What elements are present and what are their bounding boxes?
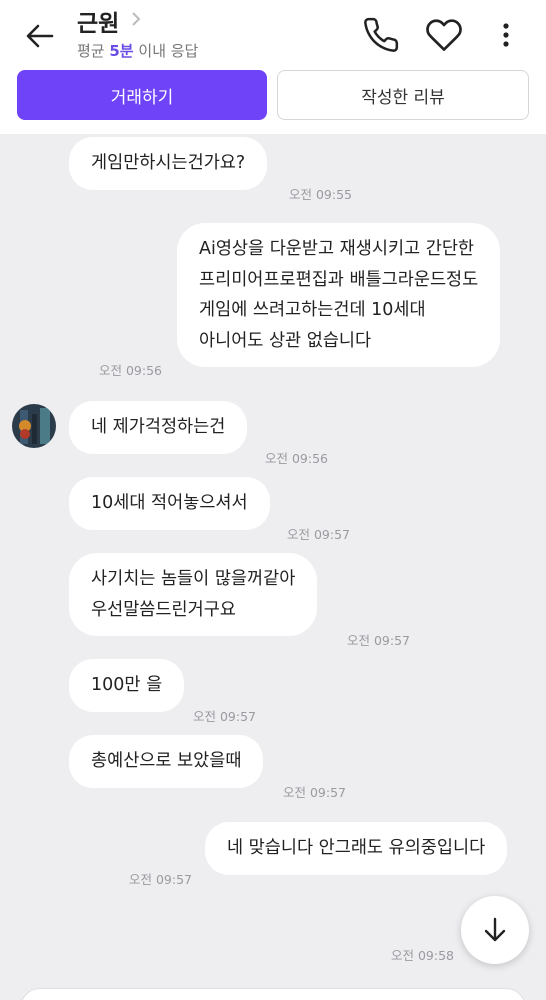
seller-profile-link[interactable]: 근원	[77, 4, 142, 38]
message-line: 총예산으로 보았을때	[91, 751, 242, 771]
call-button[interactable]	[362, 16, 400, 54]
message-line: 사기치는 놈들이 많을꺼같아	[91, 569, 296, 589]
trade-button[interactable]: 거래하기	[17, 70, 267, 120]
my-review-button[interactable]: 작성한 리뷰	[277, 70, 529, 120]
message-line: 게임만하시는건가요?	[91, 153, 246, 173]
chevron-right-icon	[130, 10, 142, 33]
scroll-to-bottom-button[interactable]	[461, 896, 529, 964]
response-suffix: 이내 응답	[133, 42, 199, 60]
message-line: Ai영상을 다운받고 재생시키고 간단한	[199, 239, 475, 259]
partner-avatar[interactable]	[12, 404, 56, 448]
message-line: 프리미어프로편집과 배틀그라운드정도	[199, 269, 479, 290]
chat-area[interactable]: 게임만하시는건가요? 오전 09:55 Ai영상을 다운받고 재생시키고 간단한…	[0, 134, 546, 1000]
message-line: 게임에 쓰려고하는건데 10세대	[199, 300, 426, 320]
received-message-bubble: 네 제가걱정하는건	[69, 401, 248, 454]
response-prefix: 평균	[77, 42, 110, 60]
received-message-bubble: 게임만하시는건가요?	[69, 137, 268, 190]
message-time: 오전 09:56	[99, 363, 162, 378]
back-button[interactable]	[22, 18, 58, 54]
message-line: 네 제가걱정하는건	[91, 417, 226, 437]
more-options-button[interactable]	[496, 16, 516, 54]
message-time: 오전 09:56	[265, 451, 328, 466]
message-time: 오전 09:58	[391, 948, 454, 963]
response-time-info: 평균 5분 이내 응답	[77, 40, 198, 61]
message-time: 오전 09:55	[289, 187, 352, 202]
back-arrow-icon	[26, 24, 54, 48]
message-input[interactable]	[20, 988, 526, 1000]
chat-header: 근원 평균 5분 이내 응답 거래하기 작성한 리뷰	[0, 0, 546, 134]
message-line: 100만 을	[91, 675, 163, 695]
message-line: 네 맞습니다 안그래도 유의중입니다	[227, 838, 486, 858]
message-time: 오전 09:57	[193, 709, 256, 724]
message-time: 오전 09:57	[287, 527, 350, 542]
favorite-button[interactable]	[425, 16, 463, 54]
message-line: 10세대 적어놓으셔서	[91, 493, 248, 513]
received-message-bubble: 사기치는 놈들이 많을꺼같아 우선말씀드린거구요	[69, 553, 318, 636]
sent-message-bubble: 네 맞습니다 안그래도 유의중입니다	[205, 822, 508, 875]
chat-partner-name: 근원	[77, 11, 120, 37]
received-message-bubble: 100만 을	[69, 659, 185, 712]
sent-message-bubble: Ai영상을 다운받고 재생시키고 간단한 프리미어프로편집과 배틀그라운드정도 …	[177, 223, 501, 367]
received-message-bubble: 10세대 적어놓으셔서	[69, 477, 270, 530]
arrow-down-icon	[484, 917, 506, 942]
received-message-bubble: 총예산으로 보았을때	[69, 735, 264, 788]
more-vertical-icon	[503, 23, 509, 47]
phone-icon	[364, 17, 399, 52]
message-line: 우선말씀드린거구요	[91, 599, 236, 620]
heart-icon	[426, 19, 462, 51]
response-time-value: 5분	[109, 42, 134, 60]
message-time: 오전 09:57	[283, 785, 346, 800]
message-time: 오전 09:57	[129, 872, 192, 887]
message-line: 아니어도 상관 없습니다	[199, 330, 372, 351]
message-time: 오전 09:57	[347, 633, 410, 648]
